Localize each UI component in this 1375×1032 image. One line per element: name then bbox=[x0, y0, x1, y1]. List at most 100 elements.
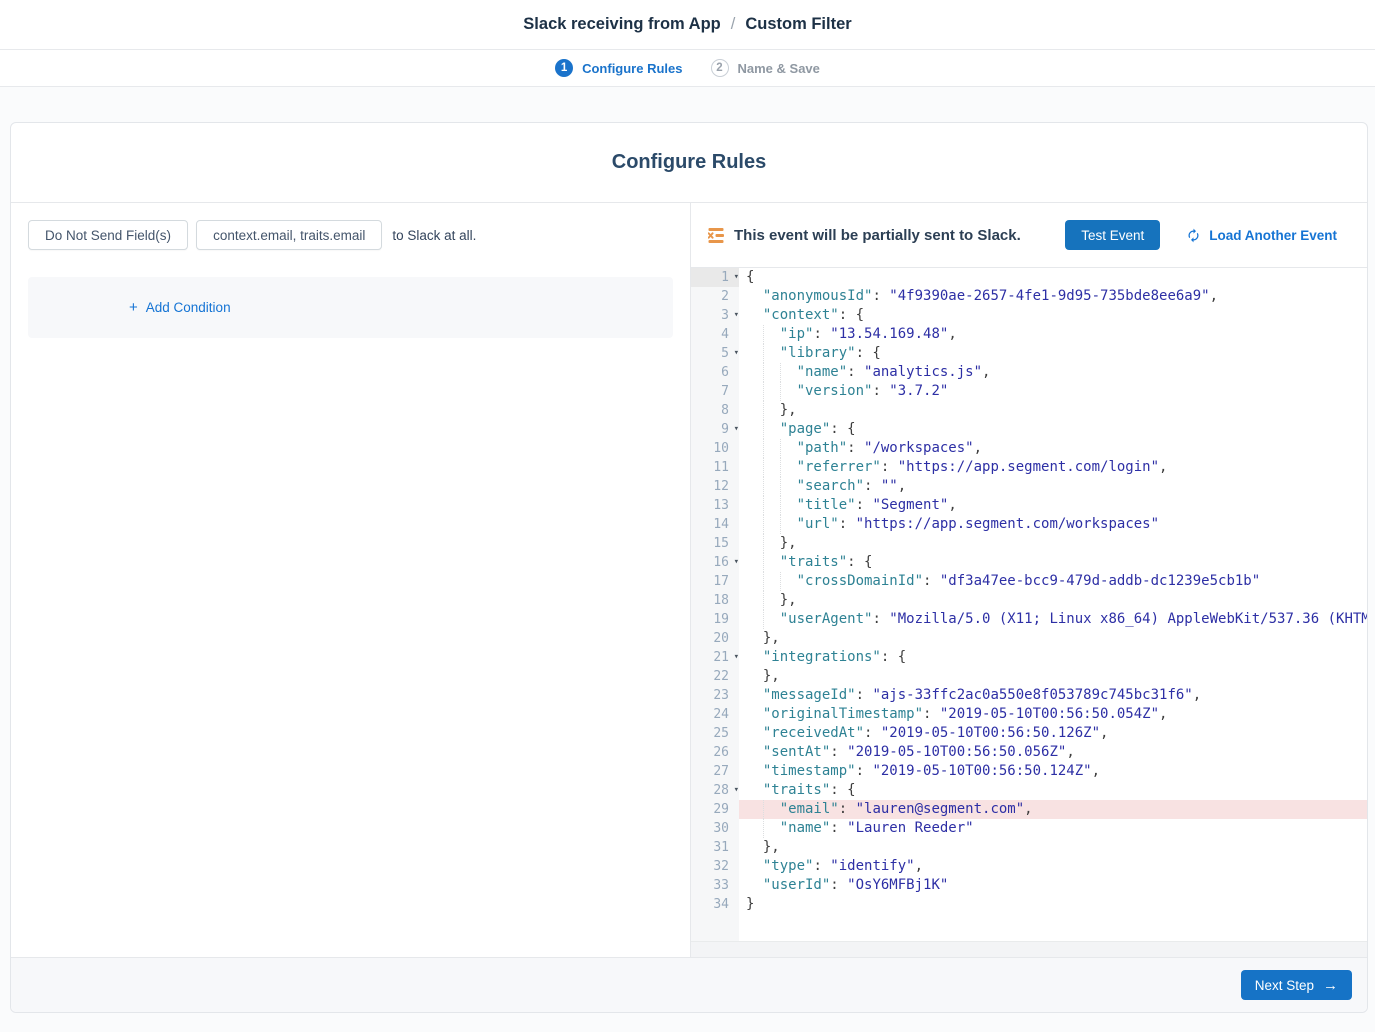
code-line[interactable]: "messageId": "ajs-33ffc2ac0a550e8f053789… bbox=[739, 686, 1367, 705]
editor-gutter: 1▾23▾45▾6789▾10111213141516▾1718192021▾2… bbox=[691, 268, 739, 941]
code-line[interactable]: "originalTimestamp": "2019-05-10T00:56:5… bbox=[739, 705, 1367, 724]
code-line[interactable]: "ip": "13.54.169.48", bbox=[739, 325, 1367, 344]
code-line[interactable]: "sentAt": "2019-05-10T00:56:50.056Z", bbox=[739, 743, 1367, 762]
code-line[interactable]: "crossDomainId": "df3a47ee-bcc9-479d-add… bbox=[739, 572, 1367, 591]
line-number: 2 bbox=[691, 287, 739, 306]
code-line[interactable]: "receivedAt": "2019-05-10T00:56:50.126Z"… bbox=[739, 724, 1367, 743]
line-number: 22 bbox=[691, 667, 739, 686]
line-number: 6 bbox=[691, 363, 739, 382]
add-condition-button[interactable]: + Add Condition bbox=[129, 299, 231, 316]
step-name-save[interactable]: 2 Name & Save bbox=[711, 59, 820, 77]
line-number: 23 bbox=[691, 686, 739, 705]
line-number: 20 bbox=[691, 629, 739, 648]
code-line[interactable]: "name": "analytics.js", bbox=[739, 363, 1367, 382]
line-number: 10 bbox=[691, 439, 739, 458]
fold-arrow-icon[interactable]: ▾ bbox=[734, 648, 739, 667]
test-event-button[interactable]: Test Event bbox=[1065, 220, 1160, 250]
line-number: 7 bbox=[691, 382, 739, 401]
configure-rules-card: Configure Rules Do Not Send Field(s) con… bbox=[10, 122, 1368, 1013]
line-number: 11 bbox=[691, 458, 739, 477]
code-line[interactable]: }, bbox=[739, 667, 1367, 686]
code-line[interactable]: "page": { bbox=[739, 420, 1367, 439]
code-line[interactable]: }, bbox=[739, 838, 1367, 857]
line-number: 14 bbox=[691, 515, 739, 534]
code-line[interactable]: "url": "https://app.segment.com/workspac… bbox=[739, 515, 1367, 534]
step-label: Name & Save bbox=[738, 61, 820, 76]
fold-arrow-icon[interactable]: ▾ bbox=[734, 553, 739, 572]
step-configure-rules[interactable]: 1 Configure Rules bbox=[555, 59, 682, 77]
line-number: 33 bbox=[691, 876, 739, 895]
next-step-button[interactable]: Next Step → bbox=[1241, 970, 1352, 1000]
breadcrumb-separator: / bbox=[731, 15, 736, 34]
code-line[interactable]: "library": { bbox=[739, 344, 1367, 363]
preview-status-text: This event will be partially sent to Sla… bbox=[734, 227, 1065, 244]
code-line[interactable]: "name": "Lauren Reeder" bbox=[739, 819, 1367, 838]
line-number: 30 bbox=[691, 819, 739, 838]
code-line[interactable]: "userId": "OsY6MFBj1K" bbox=[739, 876, 1367, 895]
card-title: Configure Rules bbox=[11, 123, 1367, 203]
line-number: 19 bbox=[691, 610, 739, 629]
editor-code: {"anonymousId": "4f9390ae-2657-4fe1-9d95… bbox=[739, 268, 1367, 941]
step-number-badge: 1 bbox=[555, 59, 573, 77]
fold-arrow-icon[interactable]: ▾ bbox=[734, 268, 739, 287]
code-line[interactable]: "type": "identify", bbox=[739, 857, 1367, 876]
json-event-editor[interactable]: 1▾23▾45▾6789▾10111213141516▾1718192021▾2… bbox=[691, 268, 1367, 941]
load-another-event-button[interactable]: Load Another Event bbox=[1186, 228, 1337, 243]
line-number: 15 bbox=[691, 534, 739, 553]
line-number: 5▾ bbox=[691, 344, 739, 363]
line-number: 12 bbox=[691, 477, 739, 496]
code-line[interactable]: }, bbox=[739, 591, 1367, 610]
line-number: 29 bbox=[691, 800, 739, 819]
code-line[interactable]: "path": "/workspaces", bbox=[739, 439, 1367, 458]
line-number: 4 bbox=[691, 325, 739, 344]
line-number: 27 bbox=[691, 762, 739, 781]
code-line[interactable]: "traits": { bbox=[739, 553, 1367, 572]
breadcrumb-source[interactable]: Slack receiving from App bbox=[523, 15, 720, 34]
rule-fields-dropdown[interactable]: context.email, traits.email bbox=[196, 220, 382, 250]
code-line[interactable]: "context": { bbox=[739, 306, 1367, 325]
step-number-badge: 2 bbox=[711, 59, 729, 77]
code-line[interactable]: "anonymousId": "4f9390ae-2657-4fe1-9d95-… bbox=[739, 287, 1367, 306]
card-content: Do Not Send Field(s) context.email, trai… bbox=[11, 203, 1367, 957]
refresh-icon bbox=[1186, 228, 1201, 243]
fold-arrow-icon[interactable]: ▾ bbox=[734, 420, 739, 439]
line-number: 8 bbox=[691, 401, 739, 420]
code-line[interactable]: }, bbox=[739, 629, 1367, 648]
fold-arrow-icon[interactable]: ▾ bbox=[734, 306, 739, 325]
load-another-event-label: Load Another Event bbox=[1209, 228, 1337, 243]
add-condition-label: Add Condition bbox=[146, 300, 231, 315]
code-line[interactable]: "traits": { bbox=[739, 781, 1367, 800]
code-line-highlighted[interactable]: "email": "lauren@segment.com", bbox=[739, 800, 1367, 819]
event-preview-panel: This event will be partially sent to Sla… bbox=[691, 203, 1367, 957]
rule-suffix-text: to Slack at all. bbox=[392, 228, 476, 243]
stepper: 1 Configure Rules 2 Name & Save bbox=[0, 50, 1375, 87]
code-line[interactable]: "integrations": { bbox=[739, 648, 1367, 667]
code-line[interactable]: { bbox=[739, 268, 1367, 287]
line-number: 24 bbox=[691, 705, 739, 724]
code-line[interactable]: "timestamp": "2019-05-10T00:56:50.124Z", bbox=[739, 762, 1367, 781]
line-number: 28▾ bbox=[691, 781, 739, 800]
fold-arrow-icon[interactable]: ▾ bbox=[734, 344, 739, 363]
line-number: 16▾ bbox=[691, 553, 739, 572]
rule-action-dropdown[interactable]: Do Not Send Field(s) bbox=[28, 220, 188, 250]
code-line[interactable]: "userAgent": "Mozilla/5.0 (X11; Linux x8… bbox=[739, 610, 1367, 629]
line-number: 17 bbox=[691, 572, 739, 591]
line-number: 3▾ bbox=[691, 306, 739, 325]
code-line[interactable]: }, bbox=[739, 401, 1367, 420]
add-condition-box: + Add Condition bbox=[28, 277, 673, 338]
page-header: Slack receiving from App / Custom Filter bbox=[0, 0, 1375, 50]
code-line[interactable]: "title": "Segment", bbox=[739, 496, 1367, 515]
rule-row: Do Not Send Field(s) context.email, trai… bbox=[28, 220, 673, 250]
editor-scrollbar-track[interactable] bbox=[691, 941, 1367, 957]
line-number: 18 bbox=[691, 591, 739, 610]
code-line[interactable]: "version": "3.7.2" bbox=[739, 382, 1367, 401]
code-line[interactable]: "referrer": "https://app.segment.com/log… bbox=[739, 458, 1367, 477]
code-line[interactable]: }, bbox=[739, 534, 1367, 553]
line-number: 25 bbox=[691, 724, 739, 743]
fold-arrow-icon[interactable]: ▾ bbox=[734, 781, 739, 800]
card-footer: Next Step → bbox=[11, 957, 1367, 1012]
code-line[interactable]: "search": "", bbox=[739, 477, 1367, 496]
line-number: 9▾ bbox=[691, 420, 739, 439]
code-line[interactable]: } bbox=[739, 895, 1367, 914]
arrow-right-icon: → bbox=[1323, 977, 1338, 994]
